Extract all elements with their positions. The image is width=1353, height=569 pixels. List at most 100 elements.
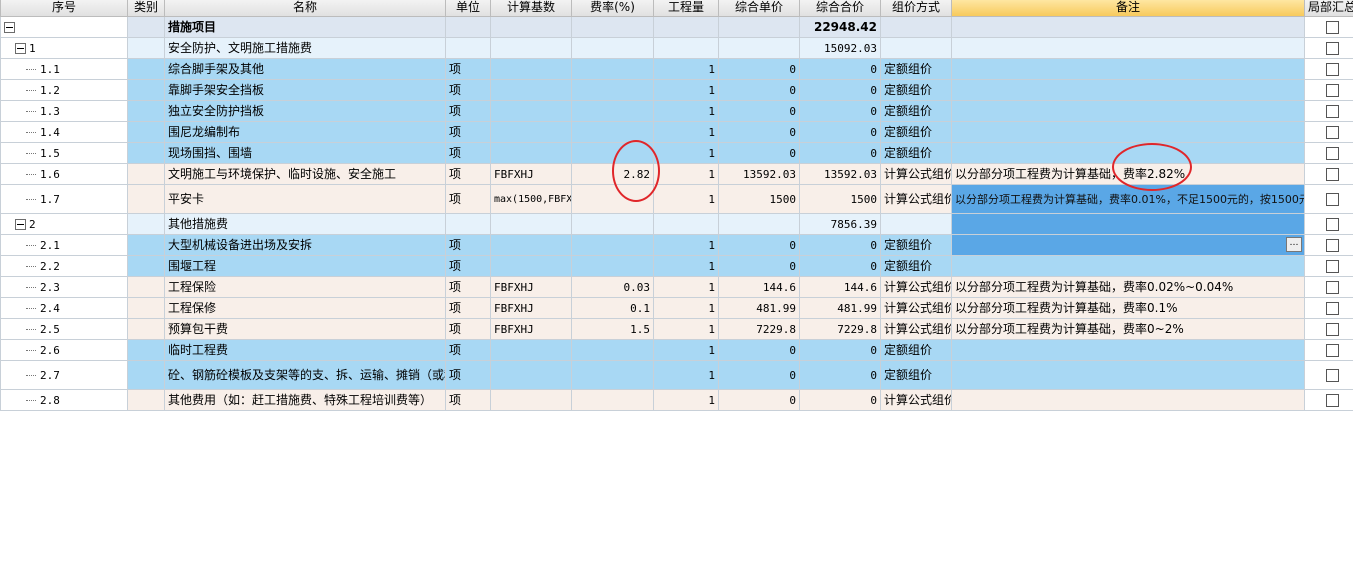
note-cell[interactable] — [951, 58, 1305, 80]
rate-cell[interactable] — [571, 142, 654, 164]
category-cell[interactable] — [127, 58, 165, 80]
note-cell[interactable] — [951, 360, 1305, 390]
name-cell[interactable]: 靠脚手架安全挡板 — [164, 79, 446, 101]
category-cell[interactable] — [127, 234, 165, 256]
qty-cell[interactable]: 1 — [653, 121, 719, 143]
category-cell[interactable] — [127, 184, 165, 214]
partial-summary-checkbox[interactable] — [1325, 104, 1339, 118]
unit-price-cell[interactable]: 0 — [718, 121, 800, 143]
note-cell[interactable] — [951, 142, 1305, 164]
rate-cell[interactable] — [571, 184, 654, 214]
rate-cell[interactable] — [571, 100, 654, 122]
note-cell[interactable] — [951, 213, 1305, 235]
category-cell[interactable] — [127, 360, 165, 390]
base-cell[interactable]: FBFXHJ — [490, 318, 572, 340]
table-row[interactable]: 1.6 文明施工与环境保护、临时设施、安全施工项 FBFXHJ 2.82 1 13592.… — [0, 163, 1353, 185]
qty-cell[interactable]: 1 — [653, 389, 719, 411]
category-cell[interactable] — [127, 79, 165, 101]
unit-cell[interactable]: 项 — [445, 234, 491, 256]
name-cell[interactable]: 预算包干费 — [164, 318, 446, 340]
table-row[interactable]: 2.5 预算包干费项 FBFXHJ 1.5 1 7229.8 7229.8 计算公式组价 以分部… — [0, 318, 1353, 340]
table-row[interactable]: 2.2 围堰工程项 1 0 0 定额组价 — [0, 255, 1353, 277]
unit-price-cell[interactable]: 0 — [718, 100, 800, 122]
col-unit[interactable]: 单位 — [445, 0, 491, 17]
unit-cell[interactable]: 项 — [445, 255, 491, 277]
base-cell[interactable]: max(1500,FBFXHJ*0.0001) — [490, 184, 572, 214]
qty-cell[interactable]: 1 — [653, 142, 719, 164]
rate-cell[interactable] — [571, 58, 654, 80]
unit-price-cell[interactable]: 0 — [718, 234, 800, 256]
table-row[interactable]: 1.2 靠脚手架安全挡板项 1 0 0 定额组价 — [0, 79, 1353, 101]
qty-cell[interactable]: 1 — [653, 184, 719, 214]
rate-cell[interactable] — [571, 234, 654, 256]
name-cell[interactable]: 其他费用（如：赶工措施费、特殊工程培训费等） — [164, 389, 446, 411]
table-row[interactable]: 2.8 其他费用（如：赶工措施费、特殊工程培训费等）项 1 0 0 计算公式组价 — [0, 389, 1353, 411]
qty-cell[interactable]: 1 — [653, 255, 719, 277]
unit-price-cell[interactable]: 0 — [718, 79, 800, 101]
unit-cell[interactable]: 项 — [445, 184, 491, 214]
unit-cell[interactable]: 项 — [445, 163, 491, 185]
note-cell[interactable] — [951, 389, 1305, 411]
base-cell[interactable] — [490, 58, 572, 80]
base-cell[interactable] — [490, 100, 572, 122]
col-note[interactable]: 备注 — [951, 0, 1305, 17]
rate-cell[interactable] — [571, 79, 654, 101]
qty-cell[interactable]: 1 — [653, 79, 719, 101]
method-cell[interactable]: 计算公式组价 — [880, 276, 952, 298]
note-cell[interactable] — [951, 37, 1305, 59]
name-cell[interactable]: 独立安全防护挡板 — [164, 100, 446, 122]
name-cell[interactable]: 文明施工与环境保护、临时设施、安全施工 — [164, 163, 446, 185]
category-cell[interactable] — [127, 142, 165, 164]
unit-cell[interactable]: 项 — [445, 121, 491, 143]
method-cell[interactable]: 计算公式组价 — [880, 163, 952, 185]
unit-price-cell[interactable]: 7229.8 — [718, 318, 800, 340]
unit-price-cell[interactable]: 144.6 — [718, 276, 800, 298]
category-cell[interactable] — [127, 389, 165, 411]
partial-summary-checkbox[interactable] — [1325, 322, 1339, 336]
name-cell[interactable]: 工程保险 — [164, 276, 446, 298]
partial-summary-checkbox[interactable] — [1325, 146, 1339, 160]
col-qty[interactable]: 工程量 — [653, 0, 719, 17]
name-cell[interactable]: 综合脚手架及其他 — [164, 58, 446, 80]
qty-cell[interactable]: 1 — [653, 339, 719, 361]
note-cell[interactable] — [951, 121, 1305, 143]
col-category[interactable]: 类别 — [127, 0, 165, 17]
table-row[interactable]: 2.3 工程保险项 FBFXHJ 0.03 1 144.6 144.6 计算公式组价 以分部分项… — [0, 276, 1353, 298]
name-cell[interactable]: 临时工程费 — [164, 339, 446, 361]
collapse-toggle-icon[interactable] — [4, 21, 15, 33]
rate-cell[interactable]: 2.82 — [571, 163, 654, 185]
unit-cell[interactable]: 项 — [445, 79, 491, 101]
note-cell[interactable]: 以分部分项工程费为计算基础，费率2.82% — [951, 163, 1305, 185]
note-cell[interactable]: … — [951, 234, 1305, 256]
unit-cell[interactable]: 项 — [445, 318, 491, 340]
col-method[interactable]: 组价方式 — [880, 0, 952, 17]
base-cell[interactable]: FBFXHJ — [490, 163, 572, 185]
category-cell[interactable] — [127, 121, 165, 143]
col-seq[interactable]: 序号 — [0, 0, 128, 17]
collapse-toggle-icon[interactable] — [15, 42, 26, 54]
unit-price-cell[interactable]: 1500 — [718, 184, 800, 214]
note-cell[interactable] — [951, 79, 1305, 101]
table-row[interactable]: 1.5 现场围挡、围墙项 1 0 0 定额组价 — [0, 142, 1353, 164]
unit-cell[interactable]: 项 — [445, 360, 491, 390]
summary-row[interactable]: 措施项目 22948.42 — [0, 16, 1353, 38]
partial-summary-checkbox[interactable] — [1325, 301, 1339, 315]
collapse-toggle-icon[interactable] — [15, 218, 26, 230]
rate-cell[interactable]: 0.1 — [571, 297, 654, 319]
table-row[interactable]: 2.4 工程保修项 FBFXHJ 0.1 1 481.99 481.99 计算公式组价 以分部分… — [0, 297, 1353, 319]
unit-price-cell[interactable]: 0 — [718, 360, 800, 390]
qty-cell[interactable]: 1 — [653, 318, 719, 340]
ellipsis-button[interactable]: … — [1286, 237, 1302, 252]
name-cell[interactable]: 工程保修 — [164, 297, 446, 319]
method-cell[interactable]: 定额组价 — [880, 142, 952, 164]
partial-summary-checkbox[interactable] — [1325, 343, 1339, 357]
base-cell[interactable] — [490, 142, 572, 164]
qty-cell[interactable]: 1 — [653, 58, 719, 80]
note-cell[interactable]: 以分部分项工程费为计算基础，费率0.02%~0.04% — [951, 276, 1305, 298]
table-row[interactable]: 2.1 大型机械设备进出场及安拆项 1 0 0 定额组价… — [0, 234, 1353, 256]
method-cell[interactable]: 定额组价 — [880, 121, 952, 143]
partial-summary-checkbox[interactable] — [1325, 368, 1339, 382]
unit-price-cell[interactable]: 481.99 — [718, 297, 800, 319]
col-total[interactable]: 综合合价 — [799, 0, 881, 17]
rate-cell[interactable] — [571, 360, 654, 390]
